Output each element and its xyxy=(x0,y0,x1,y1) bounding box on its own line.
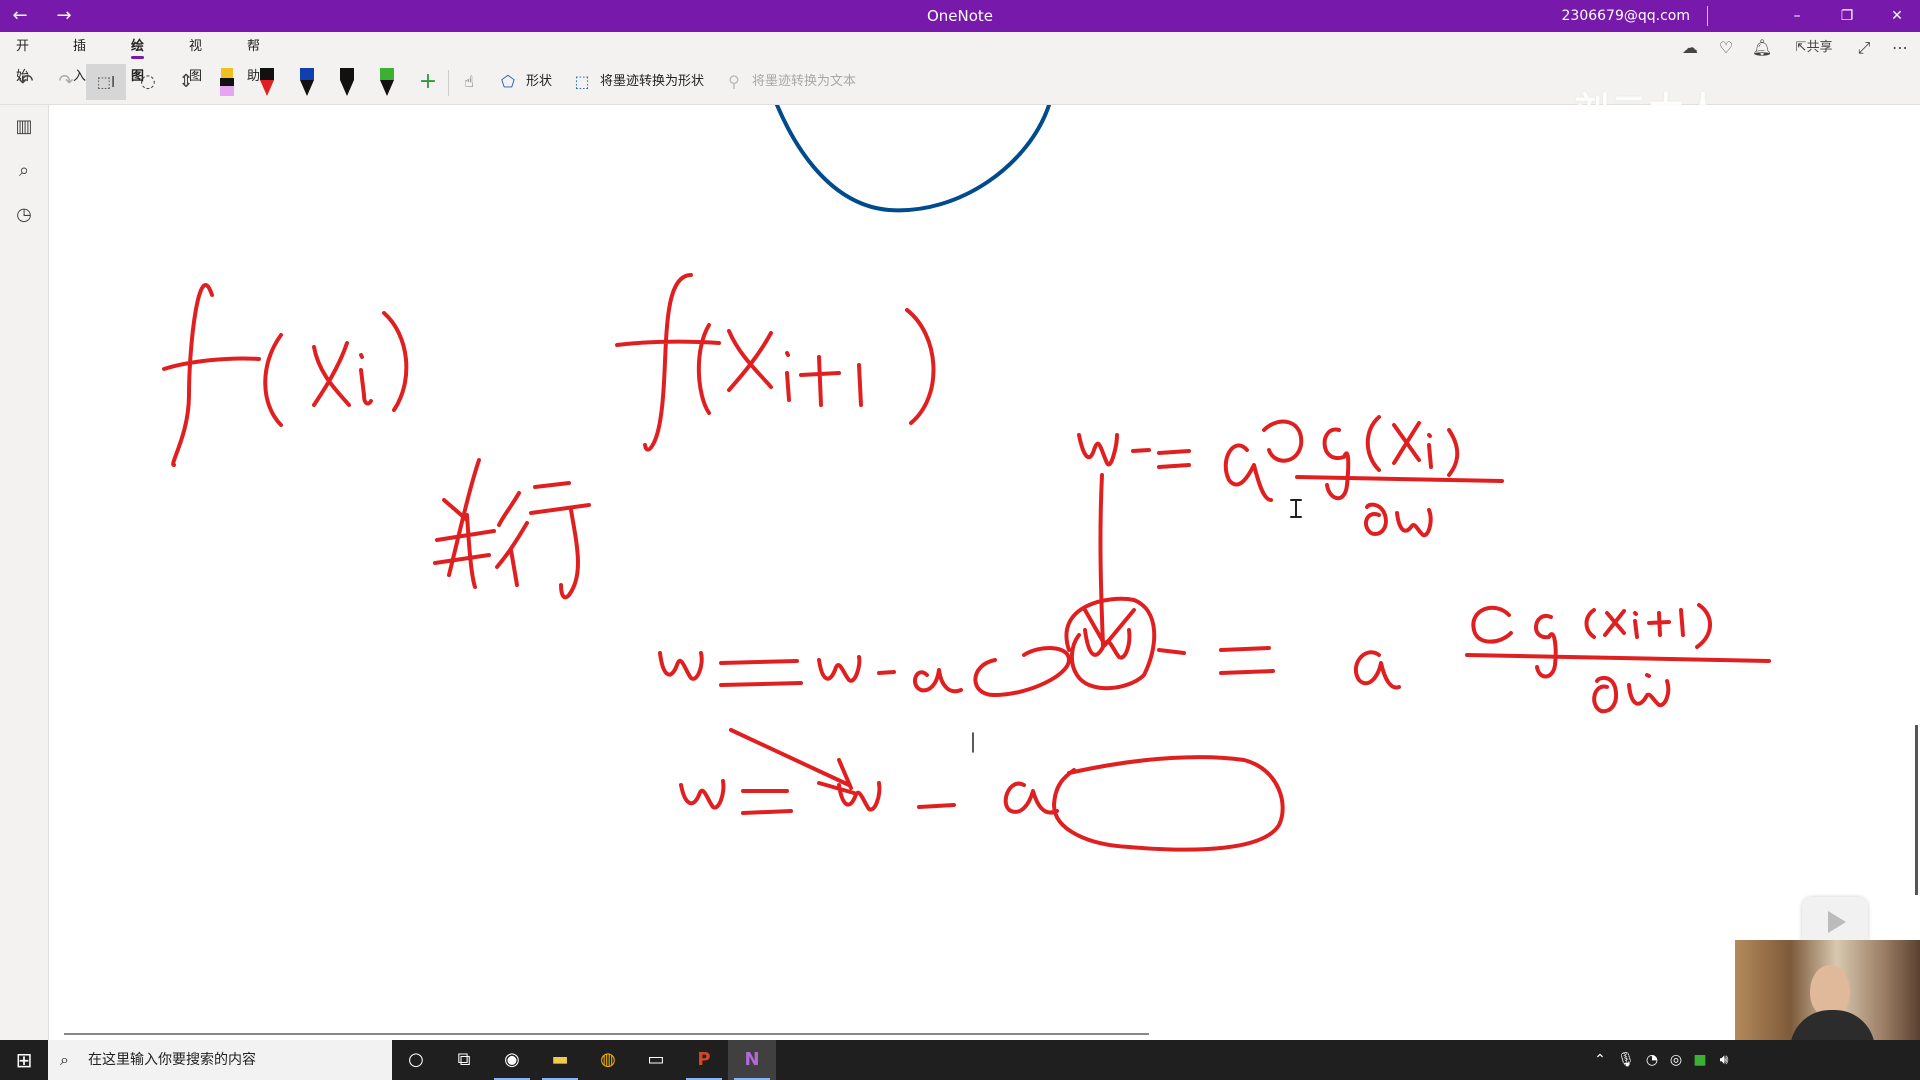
insert-space-icon[interactable]: ⇕ xyxy=(170,64,202,100)
windows-taskbar: ⊞ ⌕ 在这里输入你要搜索的内容 ○ ⧉ ◉ ▬ ◍ ▭ P N ⌃ 🎙︎ ◔ … xyxy=(0,1040,1920,1080)
ink-to-shape-button[interactable]: 将墨迹转换为形状 xyxy=(600,64,704,100)
microphone-icon[interactable]: 🎙︎ xyxy=(1614,1040,1638,1080)
network-icon[interactable]: ◔ xyxy=(1640,1040,1664,1080)
highlighter-pen[interactable] xyxy=(216,66,238,98)
webcam-overlay xyxy=(1735,940,1920,1040)
add-pen-icon[interactable]: + xyxy=(414,64,442,100)
tab-draw[interactable]: 绘图 xyxy=(131,32,145,84)
type-select-icon[interactable]: ⬚I xyxy=(86,64,126,100)
blue-pen[interactable] xyxy=(296,66,318,98)
security-icon[interactable]: ■ xyxy=(1688,1040,1712,1080)
blue-ink-curve xyxy=(775,105,1051,213)
recent-clock-icon[interactable]: ◷ xyxy=(12,203,36,227)
share-button[interactable]: ⇱共享 xyxy=(1786,36,1842,60)
bell-icon[interactable]: 🔔︎ xyxy=(1748,36,1776,60)
terminal-icon[interactable]: ▭ xyxy=(632,1040,680,1080)
black-pen[interactable] xyxy=(336,66,358,98)
app-tray-icon[interactable]: ◎ xyxy=(1664,1040,1688,1080)
shape-button[interactable]: 形状 xyxy=(526,64,552,100)
search-icon: ⌕ xyxy=(60,1050,69,1069)
close-icon[interactable]: ✕ xyxy=(1874,0,1920,32)
cortana-icon[interactable]: ○ xyxy=(392,1040,440,1080)
user-account[interactable]: 2306679@qq.com xyxy=(1562,0,1690,32)
ink-to-text-button[interactable]: 将墨迹转换为文本 xyxy=(752,64,856,100)
tab-home[interactable]: 开始 xyxy=(16,32,29,84)
minimize-icon[interactable]: – xyxy=(1774,0,1820,32)
taskbar-search-placeholder: 在这里输入你要搜索的内容 xyxy=(88,1052,256,1068)
notebooks-icon[interactable]: ▥ xyxy=(12,115,36,139)
green-pen[interactable] xyxy=(376,66,398,98)
vertical-scrollbar[interactable] xyxy=(1915,725,1918,895)
share-icon: ⇱ xyxy=(1795,40,1807,55)
fullscreen-icon[interactable]: ⤢ xyxy=(1850,36,1878,60)
left-sidebar: ▥ ⌕ ◷ xyxy=(0,105,49,1040)
undo-icon[interactable]: ↶ xyxy=(10,64,42,100)
lasso-select-icon[interactable]: ◌ xyxy=(132,64,164,100)
ibeam-cursor xyxy=(1290,499,1302,518)
volume-icon[interactable]: 🔊︎ xyxy=(1712,1040,1736,1080)
draw-toolbar: ↶ ↷ ⬚I ◌ ⇕ + ☝ ⬠ 形状 ⬚ 将墨迹转换为形状 ⚲ 将墨迹转换为文… xyxy=(0,62,1920,102)
chrome-icon[interactable]: ◍ xyxy=(584,1040,632,1080)
tray-expand-icon[interactable]: ⌃ xyxy=(1588,1040,1612,1080)
file-explorer-icon[interactable]: ▬ xyxy=(536,1040,584,1080)
tab-insert[interactable]: 插入 xyxy=(73,32,86,84)
tab-help[interactable]: 帮助 xyxy=(247,32,260,84)
search-icon[interactable]: ⌕ xyxy=(12,159,36,183)
shape-icon[interactable]: ⬠ xyxy=(496,64,520,100)
ink-to-shape-icon[interactable]: ⬚ xyxy=(570,64,594,100)
ink-f1 xyxy=(162,283,261,467)
ribbon: 开始 插入 绘图 视图 帮助 ☁ ♡ 🔔︎ ⇱共享 ⤢ ⋯ 刘二大人 ↶ ↷ ⬚… xyxy=(0,32,1920,130)
toolbar-divider xyxy=(448,70,449,96)
note-canvas[interactable] xyxy=(49,105,1920,1040)
ink-strokes xyxy=(162,105,1771,852)
share-label: 共享 xyxy=(1806,40,1833,55)
horizontal-scrollbar[interactable] xyxy=(64,1033,1149,1035)
windows-start-icon[interactable]: ⊞ xyxy=(0,1040,48,1080)
more-options-icon[interactable]: ⋯ xyxy=(1886,36,1914,60)
presenter-body xyxy=(1790,1010,1875,1040)
task-view-icon[interactable]: ⧉ xyxy=(440,1040,488,1080)
ink-to-text-icon[interactable]: ⚲ xyxy=(722,64,746,100)
red-ink-group xyxy=(162,273,1771,852)
taskbar-search-box[interactable]: ⌕ 在这里输入你要搜索的内容 xyxy=(48,1040,392,1080)
lightbulb-icon[interactable]: ♡ xyxy=(1712,36,1740,60)
touch-draw-icon[interactable]: ☝ xyxy=(454,64,484,100)
powerpoint-icon[interactable]: P xyxy=(680,1040,728,1080)
red-pen[interactable] xyxy=(256,66,278,98)
restore-icon[interactable]: ❐ xyxy=(1824,0,1870,32)
redo-icon[interactable]: ↷ xyxy=(50,64,82,100)
title-bar: ← → OneNote 2306679@qq.com – ❐ ✕ xyxy=(0,0,1920,32)
sync-icon[interactable]: ☁ xyxy=(1676,36,1704,60)
title-divider xyxy=(1707,6,1708,26)
obs-icon[interactable]: ◉ xyxy=(488,1040,536,1080)
onenote-icon[interactable]: N xyxy=(728,1040,776,1080)
tab-view[interactable]: 视图 xyxy=(189,32,202,84)
